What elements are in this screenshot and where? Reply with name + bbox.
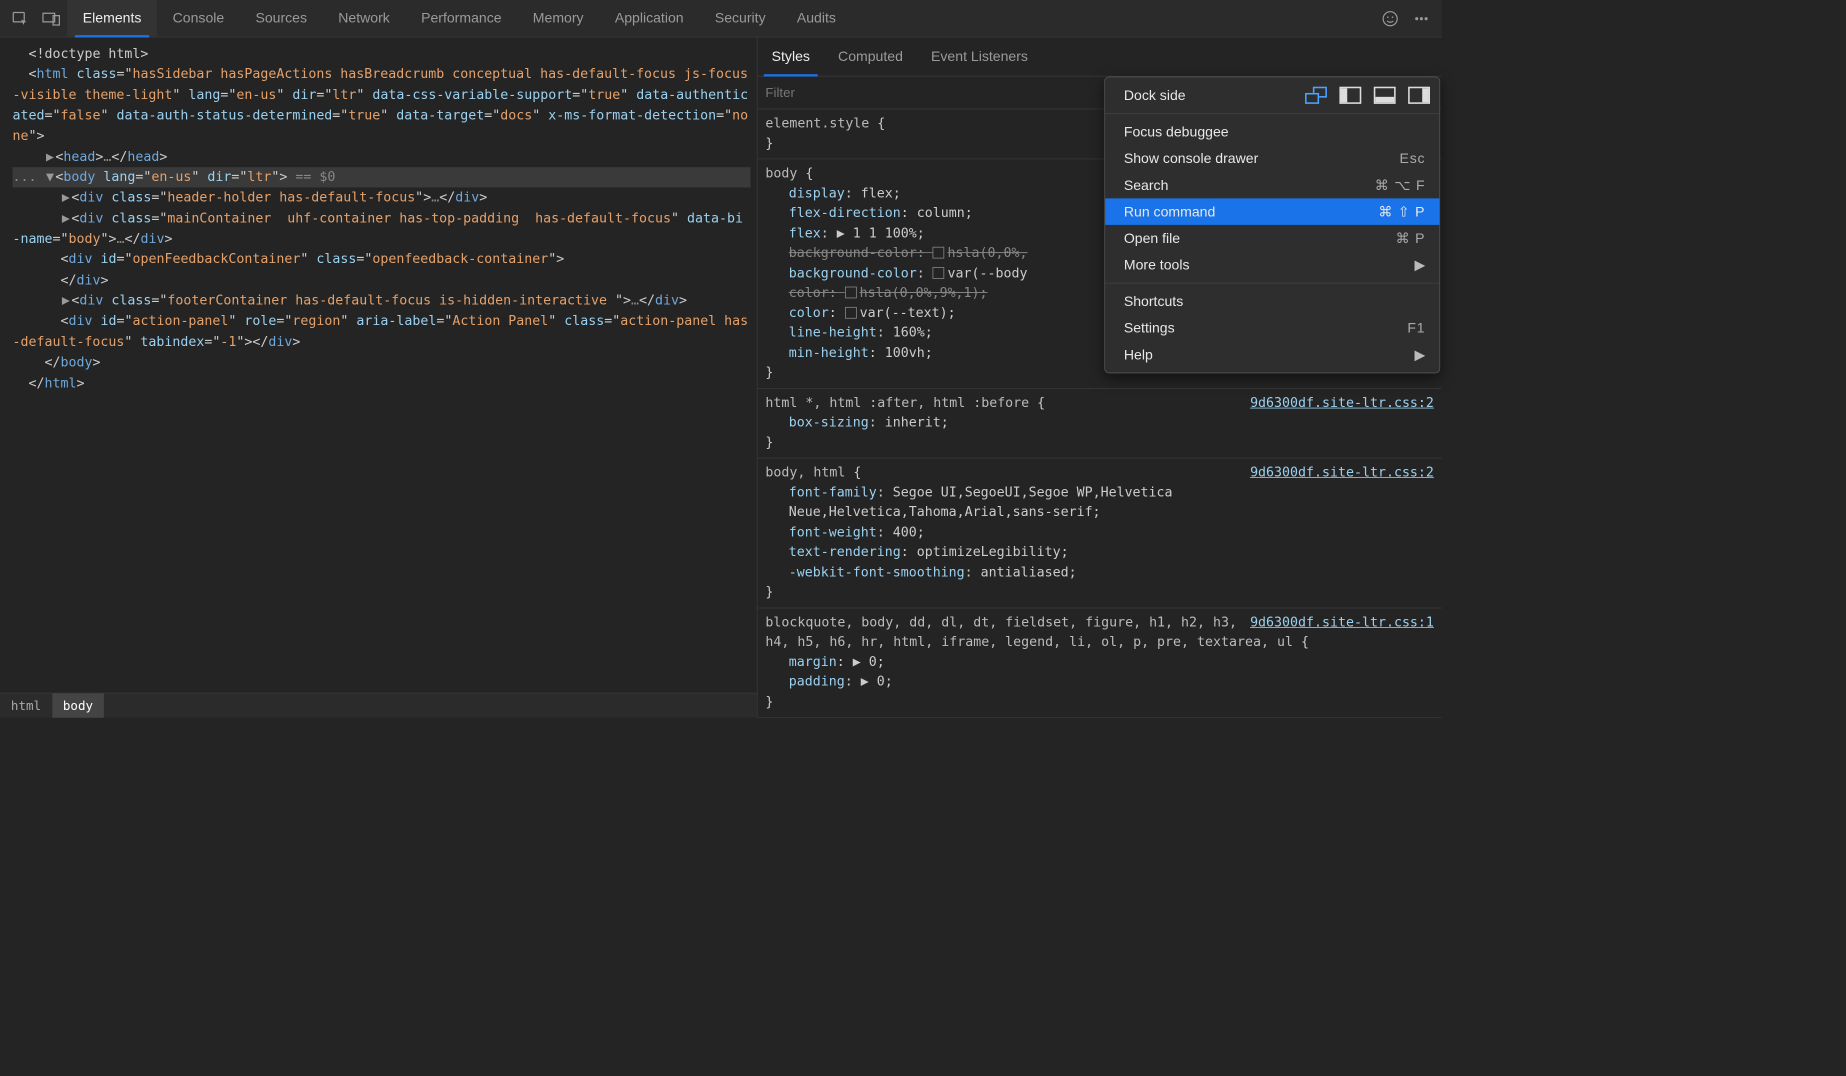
source-link[interactable]: 9d6300df.site-ltr.css:1 [1250,613,1434,633]
dom-node[interactable]: <div id="action-panel" role="region" ari… [12,311,750,352]
dom-node[interactable]: ▶<div class="header-holder has-default-f… [12,188,750,209]
breadcrumb-body[interactable]: body [52,694,104,718]
styles-tab-computed[interactable]: Computed [824,37,917,75]
menu-item-focus-debuggee[interactable]: Focus debuggee [1105,119,1439,146]
main-menu: Dock side Focus debuggeeShow [1104,77,1440,374]
tab-memory[interactable]: Memory [517,0,599,37]
menu-item-shortcuts[interactable]: Shortcuts [1105,288,1439,315]
main-tabbar: ElementsConsoleSourcesNetworkPerformance… [0,0,1442,37]
menu-item-open-file[interactable]: Open file⌘ P [1105,225,1439,252]
dock-right-icon[interactable] [1408,87,1430,104]
menu-item-show-console-drawer[interactable]: Show console drawerEsc [1105,145,1439,172]
styles-tab-styles[interactable]: Styles [758,37,824,75]
dom-node[interactable]: ▶<div class="footerContainer has-default… [12,291,750,312]
styles-tab-event-listeners[interactable]: Event Listeners [917,37,1042,75]
css-rule[interactable]: 9d6300df.site-ltr.css:1blockquote, body,… [758,608,1442,718]
device-toggle-icon[interactable] [36,3,67,34]
menu-separator [1105,113,1439,114]
tab-elements[interactable]: Elements [67,0,157,37]
menu-item-help[interactable]: Help▶ [1105,341,1439,368]
tab-sources[interactable]: Sources [240,0,323,37]
menu-separator [1105,283,1439,284]
dom-node[interactable]: ▶<head>…</head> [12,147,750,168]
menu-dock-side[interactable]: Dock side [1105,82,1439,109]
dom-node[interactable]: </body> [12,352,750,373]
source-link[interactable]: 9d6300df.site-ltr.css:2 [1250,393,1434,413]
tab-audits[interactable]: Audits [781,0,851,37]
more-icon[interactable] [1406,3,1437,34]
dom-tree[interactable]: <!doctype html> <html class="hasSidebar … [0,37,757,692]
menu-item-search[interactable]: Search⌘ ⌥ F [1105,172,1439,199]
css-rule[interactable]: 9d6300df.site-ltr.css:2body, html {font-… [758,458,1442,608]
dock-left-icon[interactable] [1339,87,1361,104]
tab-console[interactable]: Console [157,0,240,37]
dock-undock-icon[interactable] [1305,87,1327,104]
dom-node[interactable]: ... ▼<body lang="en-us" dir="ltr"> == $0 [12,167,750,188]
tab-network[interactable]: Network [323,0,406,37]
breadcrumb: htmlbody [0,693,757,718]
menu-item-run-command[interactable]: Run command⌘ ⇧ P [1105,198,1439,225]
dom-node[interactable]: <!doctype html> [12,44,750,65]
styles-tabbar: StylesComputedEvent Listeners [758,37,1442,76]
tab-performance[interactable]: Performance [405,0,517,37]
dom-node[interactable]: <html class="hasSidebar hasPageActions h… [12,64,750,146]
dom-node[interactable]: ▶<div class="mainContainer uhf-container… [12,208,750,249]
dock-bottom-icon[interactable] [1374,87,1396,104]
inspect-icon[interactable] [5,3,36,34]
filter-input[interactable] [765,85,921,101]
feedback-icon[interactable] [1375,3,1406,34]
css-rule[interactable]: 9d6300df.site-ltr.css:2html *, html :aft… [758,389,1442,459]
tab-security[interactable]: Security [699,0,781,37]
menu-item-more-tools[interactable]: More tools▶ [1105,251,1439,278]
menu-item-settings[interactable]: SettingsF1 [1105,315,1439,342]
dom-node[interactable]: </html> [12,373,750,394]
source-link[interactable]: 9d6300df.site-ltr.css:2 [1250,463,1434,483]
tab-application[interactable]: Application [599,0,699,37]
breadcrumb-html[interactable]: html [0,694,52,718]
dom-node[interactable]: <div id="openFeedbackContainer" class="o… [12,249,750,290]
